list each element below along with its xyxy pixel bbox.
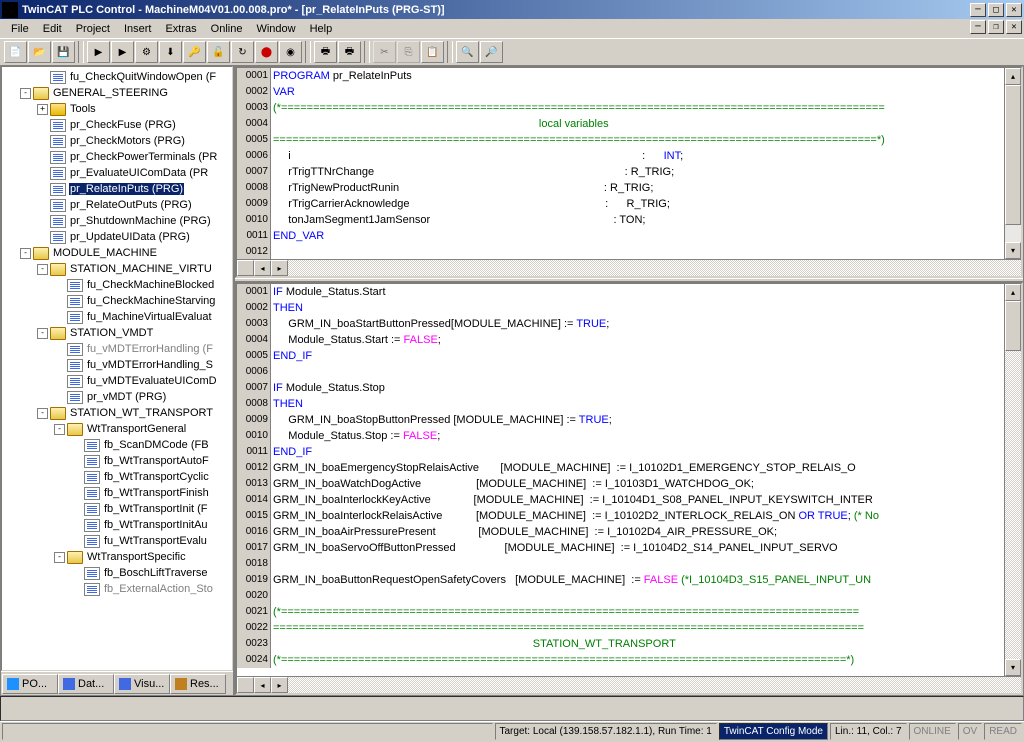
menu-extras[interactable]: Extras [158, 21, 203, 37]
tree-item[interactable]: -WtTransportSpecific [4, 549, 230, 565]
tool-save[interactable]: 💾 [52, 41, 75, 63]
tool-run[interactable]: ▶ [87, 41, 110, 63]
tree-tab[interactable]: PO... [2, 674, 58, 694]
minimize-button[interactable]: ─ [970, 3, 986, 17]
tree-tab[interactable]: Dat... [58, 674, 114, 694]
tree-item[interactable]: fu_CheckQuitWindowOpen (F [4, 69, 230, 85]
body-vscroll[interactable]: ▴ ▾ [1004, 284, 1021, 676]
tool-build[interactable]: ⚙ [135, 41, 158, 63]
tree-item[interactable]: fb_BoschLiftTraverse [4, 565, 230, 581]
tree-item[interactable]: pr_ShutdownMachine (PRG) [4, 213, 230, 229]
tool-new[interactable]: 📄 [4, 41, 27, 63]
tool-print2[interactable]: 🖶 [338, 41, 361, 63]
menu-edit[interactable]: Edit [36, 21, 69, 37]
tree-item[interactable]: fb_WtTransportCyclic [4, 469, 230, 485]
menubar: FileEditProjectInsertExtrasOnlineWindowH… [0, 19, 1024, 38]
status-mode: TwinCAT Config Mode [719, 723, 828, 740]
tool-run2[interactable]: ▶ [111, 41, 134, 63]
toolbar: 📄 📂 💾 ▶ ▶ ⚙ ⬇ 🔑 🔓 ↻ ⬤ ◉ 🖶 🖶 ✂ ⎘ 📋 🔍 🔎 [0, 38, 1024, 66]
menu-file[interactable]: File [4, 21, 36, 37]
tool-print[interactable]: 🖶 [314, 41, 337, 63]
close-button[interactable]: ✕ [1006, 3, 1022, 17]
tree-item[interactable]: -MODULE_MACHINE [4, 245, 230, 261]
tool-bp[interactable]: ◉ [279, 41, 302, 63]
tree-item[interactable]: -STATION_WT_TRANSPORT [4, 405, 230, 421]
tool-cut[interactable]: ✂ [373, 41, 396, 63]
tree-item[interactable]: fb_WtTransportInit (F [4, 501, 230, 517]
tree-item[interactable]: fu_vMDTErrorHandling (F [4, 341, 230, 357]
tool-findnext[interactable]: 🔎 [480, 41, 503, 63]
menu-help[interactable]: Help [303, 21, 340, 37]
mdi-minimize-button[interactable]: ─ [970, 20, 986, 34]
tool-logout[interactable]: 🔓 [207, 41, 230, 63]
tree-item[interactable]: pr_RelateInPuts (PRG) [4, 181, 230, 197]
status-cursor-pos: Lin.: 11, Col.: 7 [830, 723, 907, 740]
tree-item[interactable]: pr_UpdateUIData (PRG) [4, 229, 230, 245]
title-text: TwinCAT PLC Control - MachineM04V01.00.0… [22, 4, 970, 16]
tool-cycle[interactable]: ↻ [231, 41, 254, 63]
tree-item[interactable]: fb_WtTransportAutoF [4, 453, 230, 469]
tree-item[interactable]: fu_CheckMachineBlocked [4, 277, 230, 293]
menu-online[interactable]: Online [204, 21, 250, 37]
declaration-editor[interactable]: 0001PROGRAM pr_RelateInPuts0002VAR0003(*… [235, 66, 1023, 278]
tree-item[interactable]: pr_RelateOutPuts (PRG) [4, 197, 230, 213]
tree-item[interactable]: fu_CheckMachineStarving [4, 293, 230, 309]
tool-download[interactable]: ⬇ [159, 41, 182, 63]
menu-insert[interactable]: Insert [117, 21, 159, 37]
decl-hscroll[interactable]: ◂▸ [237, 259, 1021, 276]
tree-item[interactable]: fu_WtTransportEvalu [4, 533, 230, 549]
tool-stop[interactable]: ⬤ [255, 41, 278, 63]
tool-paste[interactable]: 📋 [421, 41, 444, 63]
tree-tab[interactable]: Visu... [114, 674, 170, 694]
tree-item[interactable]: -STATION_VMDT [4, 325, 230, 341]
app-icon [2, 2, 18, 18]
titlebar: TwinCAT PLC Control - MachineM04V01.00.0… [0, 0, 1024, 19]
tree-item[interactable]: fb_WtTransportFinish [4, 485, 230, 501]
tree-item[interactable]: fu_MachineVirtualEvaluat [4, 309, 230, 325]
tool-login[interactable]: 🔑 [183, 41, 206, 63]
tree-item[interactable]: pr_vMDT (PRG) [4, 389, 230, 405]
tree-item[interactable]: -WtTransportGeneral [4, 421, 230, 437]
tree-item[interactable]: pr_EvaluateUIComData (PR [4, 165, 230, 181]
status-target: Target: Local (139.158.57.182.1.1), Run … [495, 723, 717, 740]
tree-item[interactable]: fb_WtTransportInitAu [4, 517, 230, 533]
statusbar: Target: Local (139.158.57.182.1.1), Run … [0, 721, 1024, 741]
tree-tab[interactable]: Res... [170, 674, 226, 694]
tool-copy[interactable]: ⎘ [397, 41, 420, 63]
project-tree-pane: fu_CheckQuitWindowOpen (F-GENERAL_STEERI… [1, 66, 235, 695]
tool-open[interactable]: 📂 [28, 41, 51, 63]
tree-item[interactable]: fu_vMDTEvaluateUIComD [4, 373, 230, 389]
tool-find[interactable]: 🔍 [456, 41, 479, 63]
body-editor[interactable]: 0001IF Module_Status.Start0002THEN0003 G… [235, 282, 1023, 695]
status-ov: OV [958, 723, 982, 740]
tree-item[interactable]: fb_ExternalAction_Sto [4, 581, 230, 597]
mdi-restore-button[interactable]: ❐ [988, 20, 1004, 34]
menu-project[interactable]: Project [69, 21, 117, 37]
tree-item[interactable]: pr_CheckFuse (PRG) [4, 117, 230, 133]
project-tree[interactable]: fu_CheckQuitWindowOpen (F-GENERAL_STEERI… [1, 66, 233, 671]
decl-vscroll[interactable]: ▴ ▾ [1004, 68, 1021, 259]
tree-item[interactable]: +Tools [4, 101, 230, 117]
tree-item[interactable]: pr_CheckPowerTerminals (PR [4, 149, 230, 165]
tree-item[interactable]: pr_CheckMotors (PRG) [4, 133, 230, 149]
tree-item[interactable]: -GENERAL_STEERING [4, 85, 230, 101]
tree-tab-bar: PO...Dat...Visu...Res... [1, 671, 233, 695]
status-online: ONLINE [909, 723, 956, 740]
tree-item[interactable]: fu_vMDTErrorHandling_S [4, 357, 230, 373]
mdi-close-button[interactable]: ✕ [1006, 20, 1022, 34]
tree-item[interactable]: fb_ScanDMCode (FB [4, 437, 230, 453]
status-read: READ [984, 723, 1022, 740]
tree-item[interactable]: -STATION_MACHINE_VIRTU [4, 261, 230, 277]
message-bar [0, 696, 1024, 721]
menu-window[interactable]: Window [249, 21, 302, 37]
body-hscroll[interactable]: ◂▸ [237, 676, 1021, 693]
maximize-button[interactable]: □ [988, 3, 1004, 17]
